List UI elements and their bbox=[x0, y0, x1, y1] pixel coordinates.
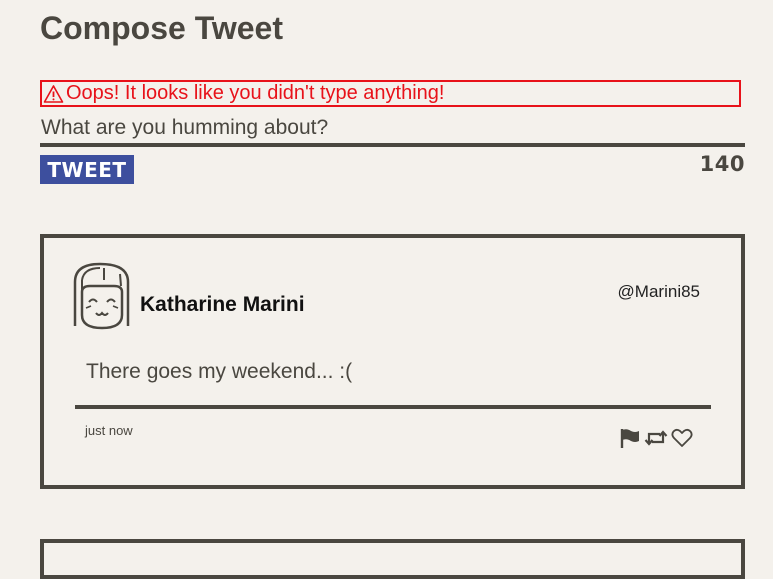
tweet-actions bbox=[618, 426, 694, 450]
flag-icon[interactable] bbox=[618, 426, 642, 450]
character-counter: 140 bbox=[699, 152, 745, 176]
retweet-icon[interactable] bbox=[644, 426, 668, 450]
warning-icon bbox=[43, 84, 64, 104]
tweet-text: There goes my weekend... :( bbox=[86, 360, 353, 383]
tweet-card: Katharine Marini @Marini85 There goes my… bbox=[40, 234, 745, 489]
page-title: Compose Tweet bbox=[40, 10, 283, 46]
error-text: Oops! It looks like you didn't type anyt… bbox=[66, 82, 445, 104]
heart-icon[interactable] bbox=[670, 426, 694, 450]
error-message: Oops! It looks like you didn't type anyt… bbox=[40, 80, 741, 107]
tweet-card bbox=[40, 539, 745, 579]
author-handle: @Marini85 bbox=[617, 282, 700, 301]
tweet-timestamp: just now bbox=[85, 423, 133, 438]
tweet-button[interactable]: TWEET bbox=[40, 155, 134, 184]
author-name: Katharine Marini bbox=[140, 293, 305, 316]
tweet-divider bbox=[75, 405, 711, 409]
tweet-text-input[interactable] bbox=[40, 113, 745, 147]
avatar bbox=[70, 260, 138, 332]
